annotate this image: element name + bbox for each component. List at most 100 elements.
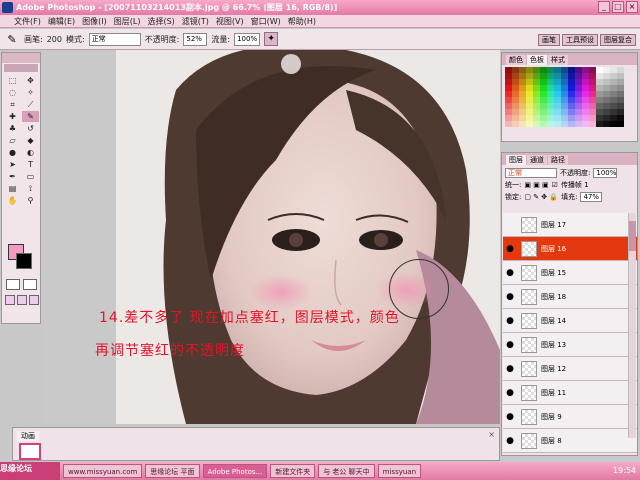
menu-image[interactable]: 图像(I) xyxy=(82,16,107,27)
layer-row[interactable]: ● 图层 11 xyxy=(503,381,637,405)
color-swatch[interactable] xyxy=(610,121,617,127)
flow-input[interactable]: 100% xyxy=(234,32,261,46)
layer-row[interactable]: ● 图层 13 xyxy=(503,333,637,357)
animation-frame[interactable] xyxy=(19,443,41,460)
palette-well-tool-presets[interactable]: 工具预设 xyxy=(562,33,598,46)
layer-row[interactable]: ● 图层 8 xyxy=(503,429,637,453)
color-swatch[interactable] xyxy=(547,121,554,127)
tab-layers[interactable]: 图层 xyxy=(506,155,526,165)
magic-wand-icon[interactable]: ✧ xyxy=(22,87,39,98)
color-swatch[interactable] xyxy=(617,121,624,127)
airbrush-icon[interactable]: ✦ xyxy=(264,32,279,46)
lock-icons[interactable]: ▢ ✎ ✥ 🔒 xyxy=(524,193,558,201)
screen-mode-full-menu-icon[interactable] xyxy=(17,295,27,305)
layers-scrollbar[interactable] xyxy=(628,213,636,438)
tab-swatches[interactable]: 色板 xyxy=(527,55,547,65)
menu-filter[interactable]: 滤镜(T) xyxy=(182,16,209,27)
menu-window[interactable]: 窗口(W) xyxy=(251,16,281,27)
color-swatch[interactable] xyxy=(540,121,547,127)
maximize-icon[interactable]: □ xyxy=(612,1,624,13)
panel-close-icon[interactable]: × xyxy=(488,430,495,439)
taskbar-item[interactable]: missyuan xyxy=(377,464,422,478)
color-swatch[interactable] xyxy=(582,121,589,127)
document-image[interactable] xyxy=(116,50,500,424)
color-swatch[interactable] xyxy=(512,121,519,127)
stamp-icon[interactable]: ♣ xyxy=(4,123,21,134)
screen-mode-standard-icon[interactable] xyxy=(5,295,15,305)
shape-icon[interactable]: ▭ xyxy=(22,171,39,182)
color-swatch[interactable] xyxy=(554,121,561,127)
visibility-eye-icon[interactable]: ● xyxy=(503,412,517,422)
layers-scrollbar-thumb[interactable] xyxy=(629,221,636,251)
palette-well-brushes[interactable]: 画笔 xyxy=(538,33,560,46)
layer-row[interactable]: ● 图层 16 xyxy=(503,237,637,261)
blur-icon[interactable]: ● xyxy=(4,147,21,158)
color-swatch[interactable] xyxy=(589,121,596,127)
palette-well-layer-comps[interactable]: 图层复合 xyxy=(600,33,636,46)
opacity-input[interactable]: 52% xyxy=(183,32,208,46)
brush-tool-icon[interactable]: ✎ xyxy=(4,32,20,46)
tab-paths[interactable]: 路径 xyxy=(548,155,568,165)
layer-row[interactable]: 图层 17 xyxy=(503,213,637,237)
type-icon[interactable]: T xyxy=(22,159,39,170)
slice-icon[interactable]: ⟋ xyxy=(22,99,39,110)
visibility-eye-icon[interactable]: ● xyxy=(503,268,517,278)
notes-icon[interactable]: ▤ xyxy=(4,183,21,194)
color-swatch[interactable] xyxy=(561,121,568,127)
history-brush-icon[interactable]: ↺ xyxy=(22,123,39,134)
color-swatch[interactable] xyxy=(505,121,512,127)
menu-help[interactable]: 帮助(H) xyxy=(288,16,316,27)
layer-row[interactable]: ● 图层 18 xyxy=(503,285,637,309)
tab-color[interactable]: 颜色 xyxy=(506,55,526,65)
color-swatch[interactable] xyxy=(596,121,603,127)
color-swatch[interactable] xyxy=(519,121,526,127)
taskbar-item[interactable]: 新建文件夹 xyxy=(270,464,316,478)
visibility-eye-icon[interactable]: ● xyxy=(503,340,517,350)
brush-size[interactable]: 200 xyxy=(47,35,62,44)
menu-view[interactable]: 视图(V) xyxy=(216,16,244,27)
visibility-eye-icon[interactable]: ● xyxy=(503,316,517,326)
eraser-icon[interactable]: ▱ xyxy=(4,135,21,146)
brush-icon[interactable]: ✎ xyxy=(22,111,39,122)
tab-channels[interactable]: 通道 xyxy=(527,155,547,165)
color-swatch[interactable] xyxy=(568,121,575,127)
color-swatch[interactable] xyxy=(526,121,533,127)
menu-edit[interactable]: 编辑(E) xyxy=(48,16,75,27)
visibility-eye-icon[interactable]: ● xyxy=(503,244,517,254)
toolbox-grip[interactable] xyxy=(2,53,40,63)
eyedropper-icon[interactable]: ⟟ xyxy=(22,183,39,194)
swatch-grid[interactable] xyxy=(502,65,637,129)
taskbar-item[interactable]: 与 老公 聊天中 xyxy=(318,464,375,478)
hand-icon[interactable]: ✋ xyxy=(4,195,21,206)
visibility-eye-icon[interactable]: ● xyxy=(503,364,517,374)
minimize-icon[interactable]: _ xyxy=(598,1,610,13)
marquee-icon[interactable]: ⬚ xyxy=(4,75,21,86)
menu-select[interactable]: 选择(S) xyxy=(147,16,174,27)
layer-row[interactable]: ● 图层 15 xyxy=(503,261,637,285)
menu-layer[interactable]: 图层(L) xyxy=(114,16,141,27)
pen-icon[interactable]: ✒ xyxy=(4,171,21,182)
background-color-swatch[interactable] xyxy=(16,253,32,269)
blend-mode-select[interactable]: 正常 xyxy=(505,168,557,178)
lasso-icon[interactable]: ◌ xyxy=(4,87,21,98)
color-swatch[interactable] xyxy=(575,121,582,127)
path-select-icon[interactable]: ➤ xyxy=(4,159,21,170)
dodge-icon[interactable]: ◐ xyxy=(22,147,39,158)
visibility-eye-icon[interactable]: ● xyxy=(503,388,517,398)
layer-row[interactable]: ● 图层 14 xyxy=(503,309,637,333)
taskbar-item[interactable]: Adobe Photos... xyxy=(202,464,268,478)
tab-styles[interactable]: 样式 xyxy=(548,55,568,65)
propagate-checkbox[interactable]: ☑ xyxy=(552,181,558,189)
tab-animation[interactable]: 动画 xyxy=(17,431,39,441)
color-swatch[interactable] xyxy=(533,121,540,127)
crop-icon[interactable]: ⌗ xyxy=(4,99,21,110)
unify-icons[interactable]: ▣ ▣ ▣ xyxy=(524,181,548,189)
visibility-eye-icon[interactable]: ● xyxy=(503,292,517,302)
color-swatch[interactable] xyxy=(603,121,610,127)
layer-row[interactable]: ● 图层 12 xyxy=(503,357,637,381)
mode-select[interactable]: 正常 xyxy=(88,32,141,46)
healing-icon[interactable]: ✚ xyxy=(4,111,21,122)
taskbar-item[interactable]: 思缘论坛 平面 xyxy=(145,464,200,478)
layer-opacity-input[interactable]: 100% xyxy=(593,168,618,178)
zoom-icon[interactable]: ⚲ xyxy=(22,195,39,206)
